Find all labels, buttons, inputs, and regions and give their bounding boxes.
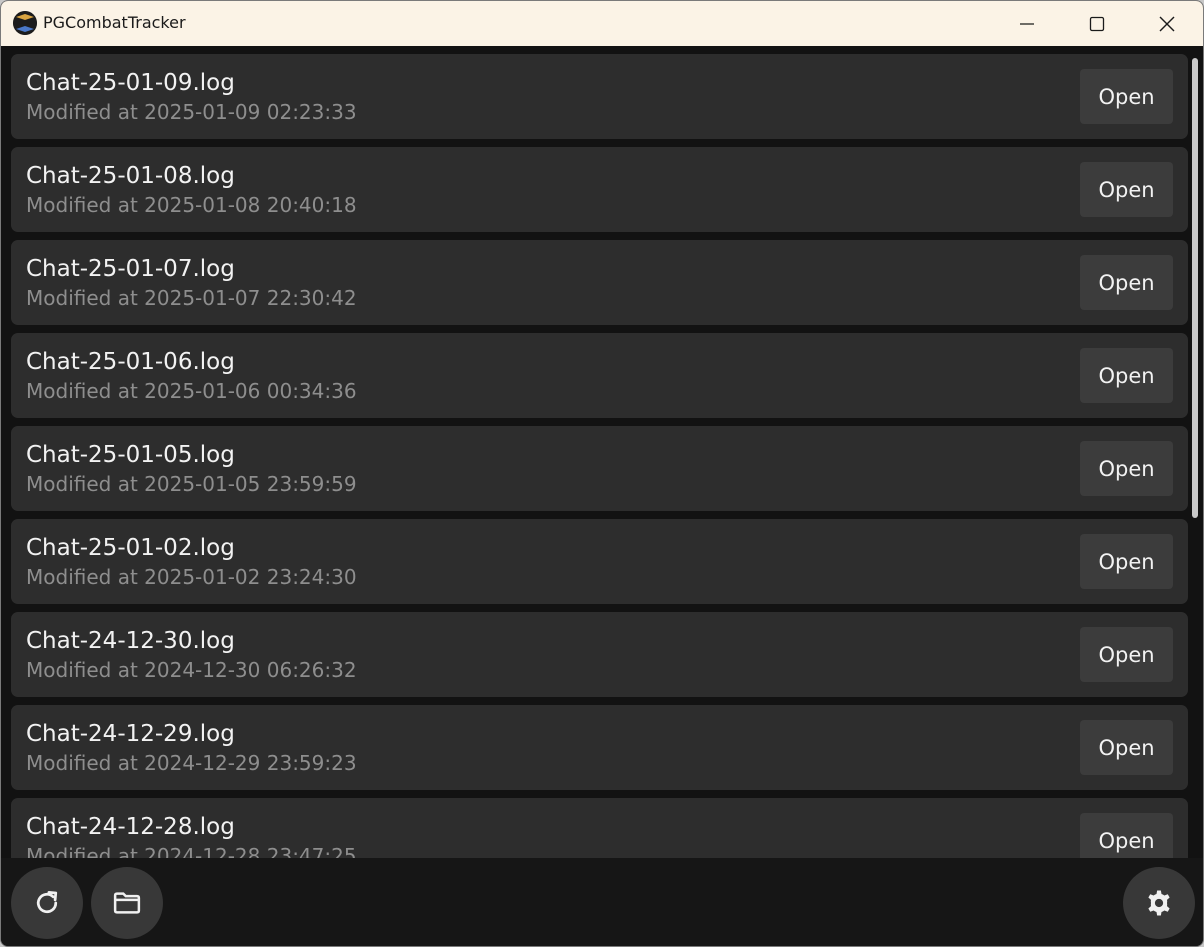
app-logo-icon	[13, 11, 37, 35]
log-file-modified: Modified at 2025-01-07 22:30:42	[26, 286, 357, 310]
open-log-button[interactable]: Open	[1080, 255, 1173, 310]
log-file-card: Chat-25-01-02.log Modified at 2025-01-02…	[11, 519, 1188, 604]
log-file-card: Chat-25-01-06.log Modified at 2025-01-06…	[11, 333, 1188, 418]
log-file-name: Chat-25-01-07.log	[26, 256, 235, 282]
log-file-modified: Modified at 2025-01-05 23:59:59	[26, 472, 357, 496]
log-file-name: Chat-25-01-05.log	[26, 442, 235, 468]
bottom-toolbar	[1, 858, 1203, 946]
log-file-name: Chat-25-01-09.log	[26, 70, 235, 96]
app-window: PGCombatTracker Chat-25-01-09.log Modifi…	[0, 0, 1204, 947]
log-file-card: Chat-24-12-29.log Modified at 2024-12-29…	[11, 705, 1188, 790]
log-file-modified: Modified at 2025-01-06 00:34:36	[26, 379, 357, 403]
log-file-name: Chat-24-12-29.log	[26, 721, 235, 747]
open-log-button[interactable]: Open	[1080, 348, 1173, 403]
log-file-name: Chat-25-01-06.log	[26, 349, 235, 375]
log-file-modified: Modified at 2025-01-02 23:24:30	[26, 565, 357, 589]
log-file-modified: Modified at 2025-01-08 20:40:18	[26, 193, 357, 217]
open-log-button[interactable]: Open	[1080, 534, 1173, 589]
log-file-card: Chat-24-12-28.log Modified at 2024-12-28…	[11, 798, 1188, 858]
folder-icon	[113, 892, 141, 914]
open-log-button[interactable]: Open	[1080, 720, 1173, 775]
close-icon	[1159, 16, 1175, 31]
log-file-name: Chat-25-01-08.log	[26, 163, 235, 189]
open-log-button[interactable]: Open	[1080, 162, 1173, 217]
close-button[interactable]	[1132, 1, 1202, 46]
log-file-card: Chat-25-01-05.log Modified at 2025-01-05…	[11, 426, 1188, 511]
maximize-button[interactable]	[1062, 1, 1132, 46]
log-file-card: Chat-25-01-07.log Modified at 2025-01-07…	[11, 240, 1188, 325]
scrollbar-thumb[interactable]	[1192, 58, 1198, 518]
gear-icon	[1148, 890, 1170, 916]
open-log-button[interactable]: Open	[1080, 627, 1173, 682]
log-file-name: Chat-24-12-28.log	[26, 814, 235, 840]
title-bar[interactable]: PGCombatTracker	[1, 1, 1203, 46]
log-file-name: Chat-25-01-02.log	[26, 535, 235, 561]
refresh-button[interactable]	[11, 867, 83, 939]
open-folder-button[interactable]	[91, 867, 163, 939]
log-file-card: Chat-24-12-30.log Modified at 2024-12-30…	[11, 612, 1188, 697]
minimize-icon	[1020, 22, 1034, 25]
log-file-modified: Modified at 2024-12-30 06:26:32	[26, 658, 357, 682]
minimize-button[interactable]	[992, 1, 1062, 46]
log-file-modified: Modified at 2025-01-09 02:23:33	[26, 100, 357, 124]
open-log-button[interactable]: Open	[1080, 69, 1173, 124]
log-file-list[interactable]: Chat-25-01-09.log Modified at 2025-01-09…	[1, 46, 1203, 858]
refresh-icon	[36, 891, 58, 914]
window-title: PGCombatTracker	[43, 13, 186, 32]
open-log-button[interactable]: Open	[1080, 441, 1173, 496]
open-log-button[interactable]: Open	[1080, 813, 1173, 858]
log-file-modified: Modified at 2024-12-28 23:47:25	[26, 844, 357, 858]
log-file-card: Chat-25-01-09.log Modified at 2025-01-09…	[11, 54, 1188, 139]
log-file-modified: Modified at 2024-12-29 23:59:23	[26, 751, 357, 775]
maximize-icon	[1089, 16, 1105, 31]
log-file-card: Chat-25-01-08.log Modified at 2025-01-08…	[11, 147, 1188, 232]
log-file-name: Chat-24-12-30.log	[26, 628, 235, 654]
settings-button[interactable]	[1123, 867, 1195, 939]
